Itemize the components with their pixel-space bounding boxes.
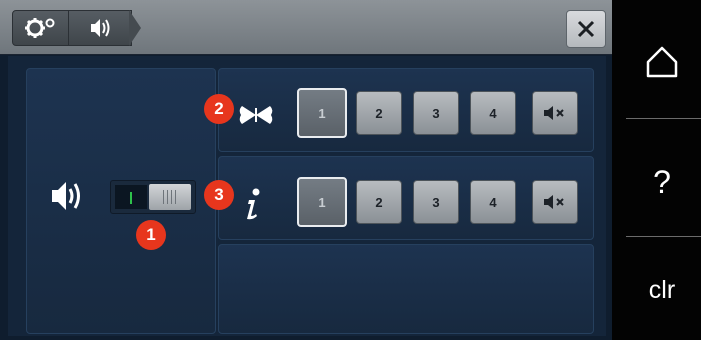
- screen: 2 1 2 3 4 3 1 2 3 4 1 ? clr: [0, 0, 701, 340]
- toggle-on-indicator: [130, 192, 132, 204]
- knob-grip: [171, 190, 172, 204]
- info-level-2-button[interactable]: 2: [356, 180, 402, 224]
- toggle-track: [115, 185, 147, 209]
- embroidery-level-3-button[interactable]: 3: [413, 91, 459, 135]
- breadcrumb-separator: [129, 10, 141, 46]
- sidebar-divider: [626, 118, 701, 119]
- breadcrumb-settings[interactable]: [12, 10, 72, 46]
- breadcrumb-sound[interactable]: [68, 10, 132, 46]
- knob-grip: [175, 190, 176, 204]
- info-level-1-button[interactable]: 1: [297, 177, 347, 227]
- home-icon: [646, 46, 678, 78]
- callout-badge: 1: [136, 220, 166, 250]
- knob-grip: [167, 190, 168, 204]
- mute-icon: [544, 106, 564, 120]
- info-mute-button[interactable]: [532, 180, 578, 224]
- home-button[interactable]: [630, 30, 694, 100]
- info-level-3-button[interactable]: 3: [413, 180, 459, 224]
- top-bar: [0, 0, 612, 55]
- butterfly-icon: [239, 106, 273, 124]
- sidebar-divider: [626, 236, 701, 237]
- info-level-4-button[interactable]: 4: [470, 180, 516, 224]
- toggle-knob[interactable]: [149, 184, 191, 210]
- close-icon: [577, 20, 595, 38]
- embroidery-level-1-button[interactable]: 1: [297, 88, 347, 138]
- speaker-icon: [91, 19, 110, 37]
- callout-badge: 3: [204, 180, 234, 210]
- mute-icon: [544, 195, 564, 209]
- main-area: 2 1 2 3 4 3 1 2 3 4 1: [0, 0, 612, 340]
- empty-row: [218, 244, 594, 334]
- help-button[interactable]: ?: [630, 140, 694, 224]
- callout-badge: 2: [204, 94, 234, 124]
- sound-toggle[interactable]: [110, 180, 196, 214]
- info-icon: [247, 188, 260, 220]
- embroidery-level-4-button[interactable]: 4: [470, 91, 516, 135]
- embroidery-level-2-button[interactable]: 2: [356, 91, 402, 135]
- settings-icon: [25, 18, 55, 38]
- knob-grip: [163, 190, 164, 204]
- speaker-icon: [52, 182, 80, 210]
- embroidery-mute-button[interactable]: [532, 91, 578, 135]
- close-button[interactable]: [566, 10, 606, 48]
- clr-button[interactable]: clr: [630, 250, 694, 330]
